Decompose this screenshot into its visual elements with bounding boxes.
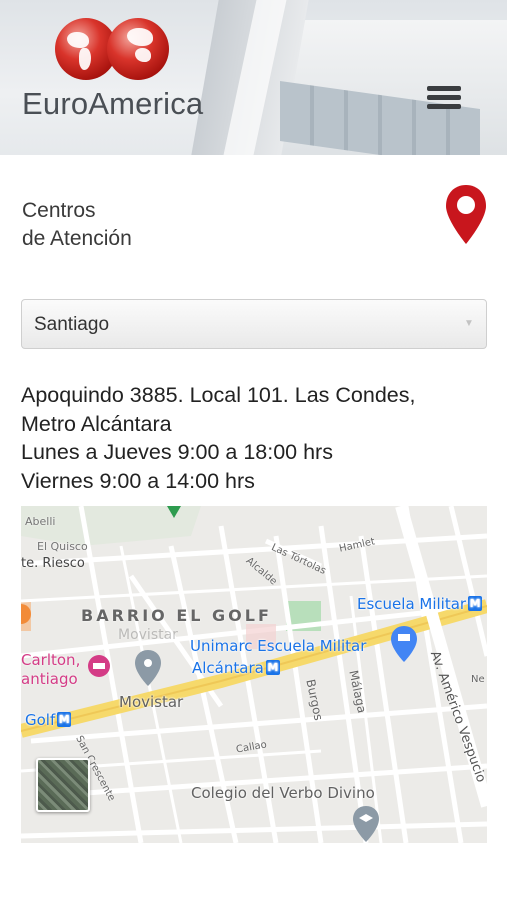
page-title: Centros de Atención bbox=[22, 197, 132, 253]
map-label: El Quisco bbox=[37, 540, 88, 553]
map-poi-label[interactable]: Carlton, bbox=[21, 651, 80, 669]
hours-line: Lunes a Jueves 9:00 a 18:00 hrs bbox=[21, 440, 333, 464]
header-banner: EuroAmerica bbox=[0, 0, 507, 155]
map-district-label: BARRIO EL GOLF bbox=[81, 606, 272, 625]
city-select[interactable]: Santiago ▼ bbox=[21, 299, 487, 349]
office-address: Apoquindo 3885. Local 101. Las Condes, M… bbox=[21, 381, 491, 495]
map-poi-text: Escuela Militar bbox=[357, 595, 467, 613]
map-poi-label[interactable]: Alcántara M bbox=[192, 659, 280, 677]
page-title-line: Centros bbox=[22, 199, 96, 222]
brand-name: EuroAmerica bbox=[22, 86, 204, 121]
map-label: Movistar bbox=[118, 627, 178, 643]
map-label: te. Riesco bbox=[21, 556, 85, 571]
satellite-toggle[interactable] bbox=[36, 758, 90, 812]
euroamerica-logo[interactable] bbox=[55, 18, 175, 82]
address-line: Apoquindo 3885. Local 101. Las Condes, bbox=[21, 383, 416, 407]
map-label: Abelli bbox=[25, 515, 56, 528]
address-line: Metro Alcántara bbox=[21, 411, 172, 436]
chevron-down-icon: ▼ bbox=[464, 318, 474, 329]
metro-icon: M bbox=[57, 712, 72, 727]
metro-icon: M bbox=[468, 596, 483, 611]
map-poi-text: Alcántara bbox=[192, 659, 264, 677]
metro-icon: M bbox=[265, 660, 280, 675]
map-poi-label[interactable]: Golf M bbox=[25, 711, 72, 729]
globe-icon bbox=[107, 18, 169, 80]
hamburger-menu-icon[interactable] bbox=[427, 86, 463, 114]
map-poi-label[interactable]: Escuela Militar M bbox=[357, 595, 483, 613]
map-poi-label[interactable]: antiago bbox=[21, 670, 78, 688]
city-select-value: Santiago bbox=[34, 314, 110, 335]
map-poi-label[interactable]: Movistar bbox=[119, 693, 183, 711]
location-map[interactable]: Abelli El Quisco te. Riesco Las Tórtolas… bbox=[21, 506, 487, 843]
map-poi-label[interactable]: Unimarc Escuela Militar bbox=[190, 637, 366, 655]
map-label: Ne bbox=[471, 674, 485, 685]
map-poi-text: Golf bbox=[25, 711, 56, 729]
page-title-line: de Atención bbox=[22, 227, 132, 250]
hours-line: Viernes 9:00 a 14:00 hrs bbox=[21, 468, 255, 493]
location-pin-icon bbox=[446, 185, 486, 244]
map-poi-label[interactable]: Colegio del Verbo Divino bbox=[191, 784, 375, 802]
